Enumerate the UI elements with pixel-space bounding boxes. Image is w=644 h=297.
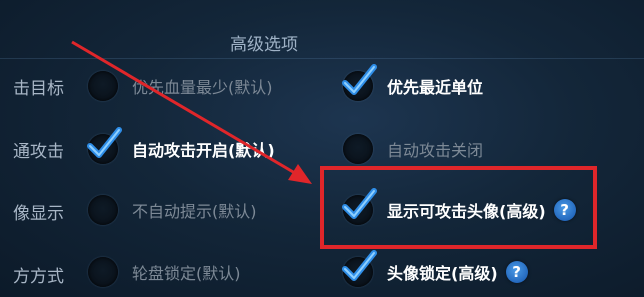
annotation-highlight-box <box>320 166 597 249</box>
annotation-arrow <box>71 40 312 184</box>
